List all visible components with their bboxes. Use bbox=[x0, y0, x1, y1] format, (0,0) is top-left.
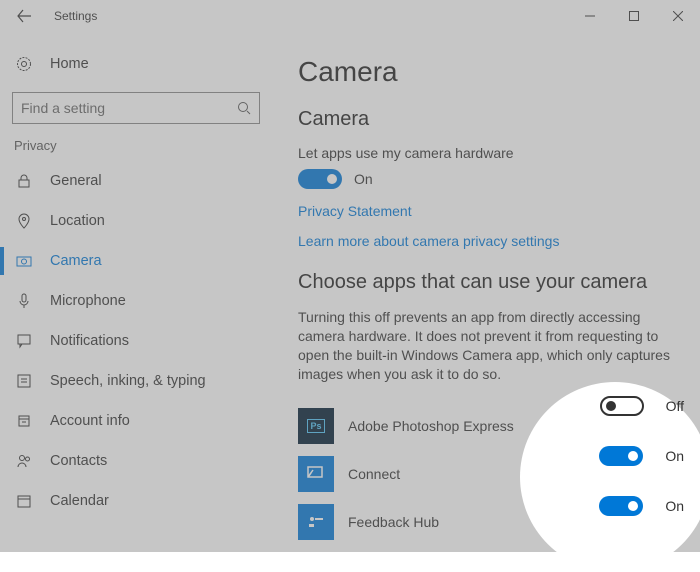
master-toggle-text: On bbox=[354, 171, 373, 187]
close-button[interactable] bbox=[656, 0, 700, 32]
app-toggle-connect[interactable] bbox=[599, 446, 643, 466]
camera-icon bbox=[16, 253, 32, 269]
sidebar-item-notifications[interactable]: Notifications bbox=[0, 321, 270, 361]
app-icon-photoshop: Ps bbox=[298, 408, 334, 444]
app-toggle-text: On bbox=[665, 498, 684, 514]
sidebar-item-label: Microphone bbox=[50, 293, 126, 309]
app-icon-connect bbox=[298, 456, 334, 492]
choose-apps-title: Choose apps that can use your camera bbox=[298, 271, 676, 294]
page-title: Camera bbox=[298, 56, 676, 88]
minimize-icon bbox=[585, 11, 595, 21]
notifications-icon bbox=[16, 333, 32, 349]
window-title: Settings bbox=[54, 9, 97, 23]
window-controls bbox=[568, 0, 700, 32]
app-toggle-feedback[interactable] bbox=[599, 496, 643, 516]
close-icon bbox=[673, 11, 683, 21]
app-icon-feedback bbox=[298, 504, 334, 540]
sidebar-item-camera[interactable]: Camera bbox=[0, 241, 270, 281]
sidebar-item-label: Speech, inking, & typing bbox=[50, 373, 206, 389]
search-input[interactable] bbox=[21, 100, 237, 116]
sidebar: Home Privacy General Location Camera Mic… bbox=[0, 32, 270, 552]
sidebar-item-label: Location bbox=[50, 213, 105, 229]
sidebar-item-label: Camera bbox=[50, 253, 102, 269]
maximize-icon bbox=[629, 11, 639, 21]
sidebar-item-general[interactable]: General bbox=[0, 161, 270, 201]
feedback-icon bbox=[305, 511, 327, 533]
sidebar-item-speech[interactable]: Speech, inking, & typing bbox=[0, 361, 270, 401]
sidebar-home-label: Home bbox=[50, 56, 89, 72]
app-toggle-text: On bbox=[665, 448, 684, 464]
app-toggles-highlight: Off On On bbox=[594, 396, 684, 516]
maximize-button[interactable] bbox=[612, 0, 656, 32]
account-icon bbox=[16, 413, 32, 429]
sidebar-item-microphone[interactable]: Microphone bbox=[0, 281, 270, 321]
privacy-statement-link[interactable]: Privacy Statement bbox=[298, 203, 676, 219]
sidebar-item-location[interactable]: Location bbox=[0, 201, 270, 241]
app-toggle-photoshop[interactable] bbox=[600, 396, 644, 416]
connect-icon bbox=[305, 463, 327, 485]
sidebar-item-label: Account info bbox=[50, 413, 130, 429]
section-camera-title: Camera bbox=[298, 108, 676, 131]
sidebar-item-label: Contacts bbox=[50, 453, 107, 469]
let-apps-label: Let apps use my camera hardware bbox=[298, 145, 676, 161]
speech-icon bbox=[16, 373, 32, 389]
sidebar-item-account[interactable]: Account info bbox=[0, 401, 270, 441]
sidebar-item-label: Calendar bbox=[50, 493, 109, 509]
sidebar-home[interactable]: Home bbox=[0, 44, 270, 84]
calendar-icon bbox=[16, 493, 32, 509]
sidebar-item-label: Notifications bbox=[50, 333, 129, 349]
back-button[interactable] bbox=[8, 0, 40, 32]
sidebar-item-label: General bbox=[50, 173, 102, 189]
sidebar-item-contacts[interactable]: Contacts bbox=[0, 441, 270, 481]
choose-apps-desc: Turning this off prevents an app from di… bbox=[298, 308, 676, 384]
microphone-icon bbox=[16, 293, 32, 309]
learn-more-link[interactable]: Learn more about camera privacy settings bbox=[298, 233, 676, 249]
location-icon bbox=[16, 213, 32, 229]
search-icon bbox=[237, 101, 251, 115]
app-name: Feedback Hub bbox=[348, 514, 439, 530]
arrow-left-icon bbox=[17, 9, 31, 23]
lock-icon bbox=[16, 173, 32, 189]
gear-icon bbox=[16, 56, 32, 72]
sidebar-item-calendar[interactable]: Calendar bbox=[0, 481, 270, 521]
app-toggle-text: Off bbox=[666, 398, 684, 414]
minimize-button[interactable] bbox=[568, 0, 612, 32]
search-box[interactable] bbox=[12, 92, 260, 124]
titlebar: Settings bbox=[0, 0, 700, 32]
app-name: Connect bbox=[348, 466, 400, 482]
contacts-icon bbox=[16, 453, 32, 469]
app-name: Adobe Photoshop Express bbox=[348, 418, 514, 434]
master-camera-toggle[interactable] bbox=[298, 169, 342, 189]
sidebar-group-label: Privacy bbox=[0, 138, 270, 157]
